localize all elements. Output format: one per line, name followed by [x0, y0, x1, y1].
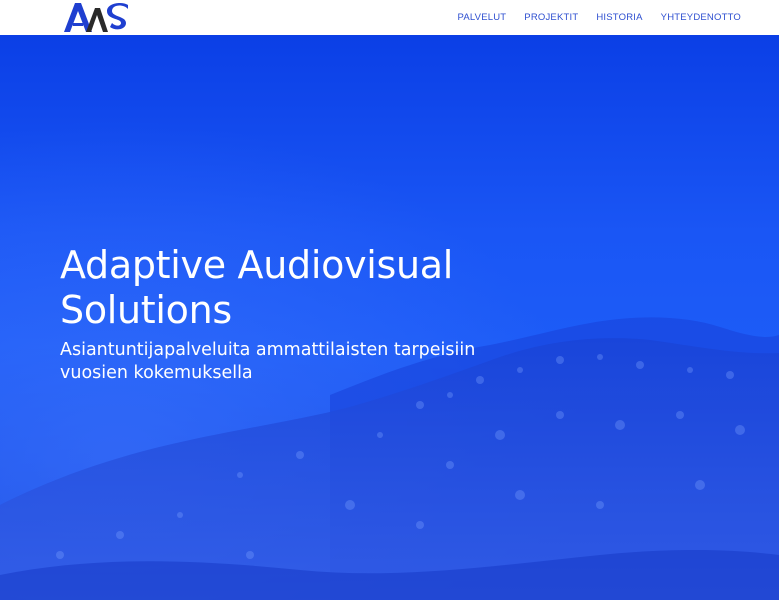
nav-link-historia[interactable]: HISTORIA: [596, 12, 642, 23]
main-nav: PALVELUT PROJEKTIT HISTORIA YHTEYDENOTTO: [458, 0, 741, 35]
hero-section: Adaptive Audiovisual Solutions Asiantunt…: [0, 35, 779, 600]
nav-link-palvelut[interactable]: PALVELUT: [458, 12, 507, 23]
site-header: PALVELUT PROJEKTIT HISTORIA YHTEYDENOTTO: [0, 0, 779, 35]
nav-link-projektit[interactable]: PROJEKTIT: [524, 12, 578, 23]
hero-subtitle: Asiantuntijapalveluita ammattilaisten ta…: [60, 340, 476, 383]
site-logo[interactable]: [62, 1, 130, 33]
hero-text-block: Adaptive Audiovisual Solutions Asiantunt…: [60, 243, 520, 385]
hero-title: Adaptive Audiovisual Solutions: [60, 243, 454, 332]
nav-link-yhteydenotto[interactable]: YHTEYDENOTTO: [661, 12, 741, 23]
